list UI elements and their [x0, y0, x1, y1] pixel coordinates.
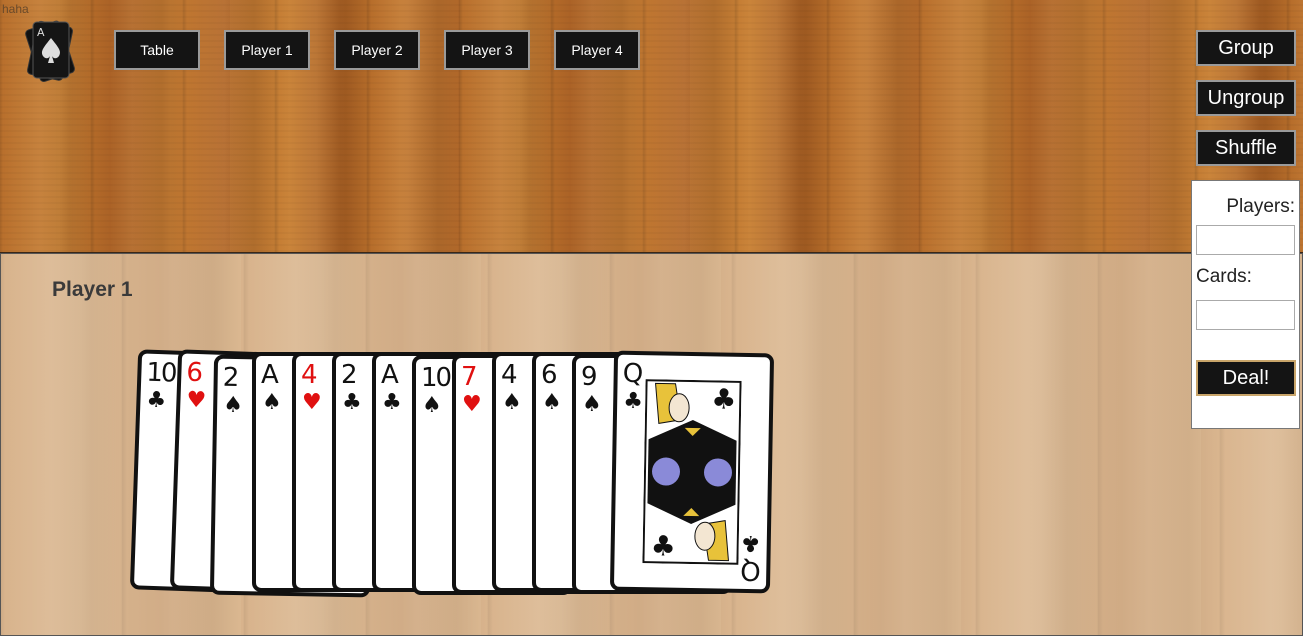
cards-input[interactable] [1196, 300, 1295, 330]
card-suit-icon: ♠ [502, 390, 522, 415]
players-input[interactable] [1196, 225, 1295, 255]
card-suit-icon: ♥ [302, 390, 322, 415]
queen-face-icon: ♣♣ [642, 379, 742, 565]
deal-panel: Players: Cards: Deal! [1191, 180, 1300, 429]
card-suit-icon: ♠ [422, 393, 442, 418]
ungroup-button[interactable]: Ungroup [1196, 80, 1296, 116]
cards-label: Cards: [1196, 266, 1252, 287]
card-rank: 6 [541, 360, 557, 390]
card-suit-icon: ♣ [342, 390, 362, 415]
card-rank: 7 [461, 362, 477, 392]
tab-player-2[interactable]: Player 2 [334, 30, 420, 70]
players-label: Players: [1226, 196, 1295, 217]
deal-button[interactable]: Deal! [1196, 360, 1296, 396]
card-suit-icon: ♣ [146, 387, 167, 414]
card-rank-bottom: Q [739, 554, 761, 586]
card-suit-icon: ♠ [223, 392, 244, 419]
card-rank: 9 [581, 362, 597, 392]
card-suit-icon: ♥ [186, 387, 207, 414]
card-rank: 2 [341, 360, 357, 390]
debug-text: haha [2, 2, 29, 16]
card-rank: 4 [501, 360, 517, 390]
card-suit-icon: ♥ [462, 392, 482, 417]
card-rank: 2 [222, 362, 238, 394]
logo-rank: A [37, 26, 45, 39]
shuffle-button[interactable]: Shuffle [1196, 130, 1296, 166]
group-button[interactable]: Group [1196, 30, 1296, 66]
tab-player-1[interactable]: Player 1 [224, 30, 310, 70]
tab-player-4[interactable]: Player 4 [554, 30, 640, 70]
card-rank: 4 [301, 360, 317, 390]
svg-text:♣: ♣ [711, 382, 737, 415]
card-suit-icon: ♠ [582, 392, 602, 417]
card-rank: Q [622, 358, 642, 390]
ace-of-spades-logo-icon[interactable]: A [18, 16, 84, 86]
card-suit-icon: ♣ [623, 388, 644, 415]
tab-table[interactable]: Table [114, 30, 200, 70]
tab-player-3[interactable]: Player 3 [444, 30, 530, 70]
card-rank: 6 [185, 357, 202, 389]
card-rank: 10 [421, 363, 452, 393]
card-suit-icon: ♠ [542, 390, 562, 415]
svg-text:♣: ♣ [650, 529, 676, 562]
playing-card[interactable]: Q ♣ ♣ ♣ Q ♣ [609, 350, 775, 594]
card-suit-bottom-icon: ♣ [740, 529, 761, 556]
card-suit-icon: ♠ [262, 390, 282, 415]
card-rank: 10 [145, 357, 177, 389]
player-title: Player 1 [52, 278, 133, 301]
card-rank: A [261, 360, 279, 390]
card-rank: A [381, 360, 399, 390]
card-suit-icon: ♣ [382, 390, 402, 415]
